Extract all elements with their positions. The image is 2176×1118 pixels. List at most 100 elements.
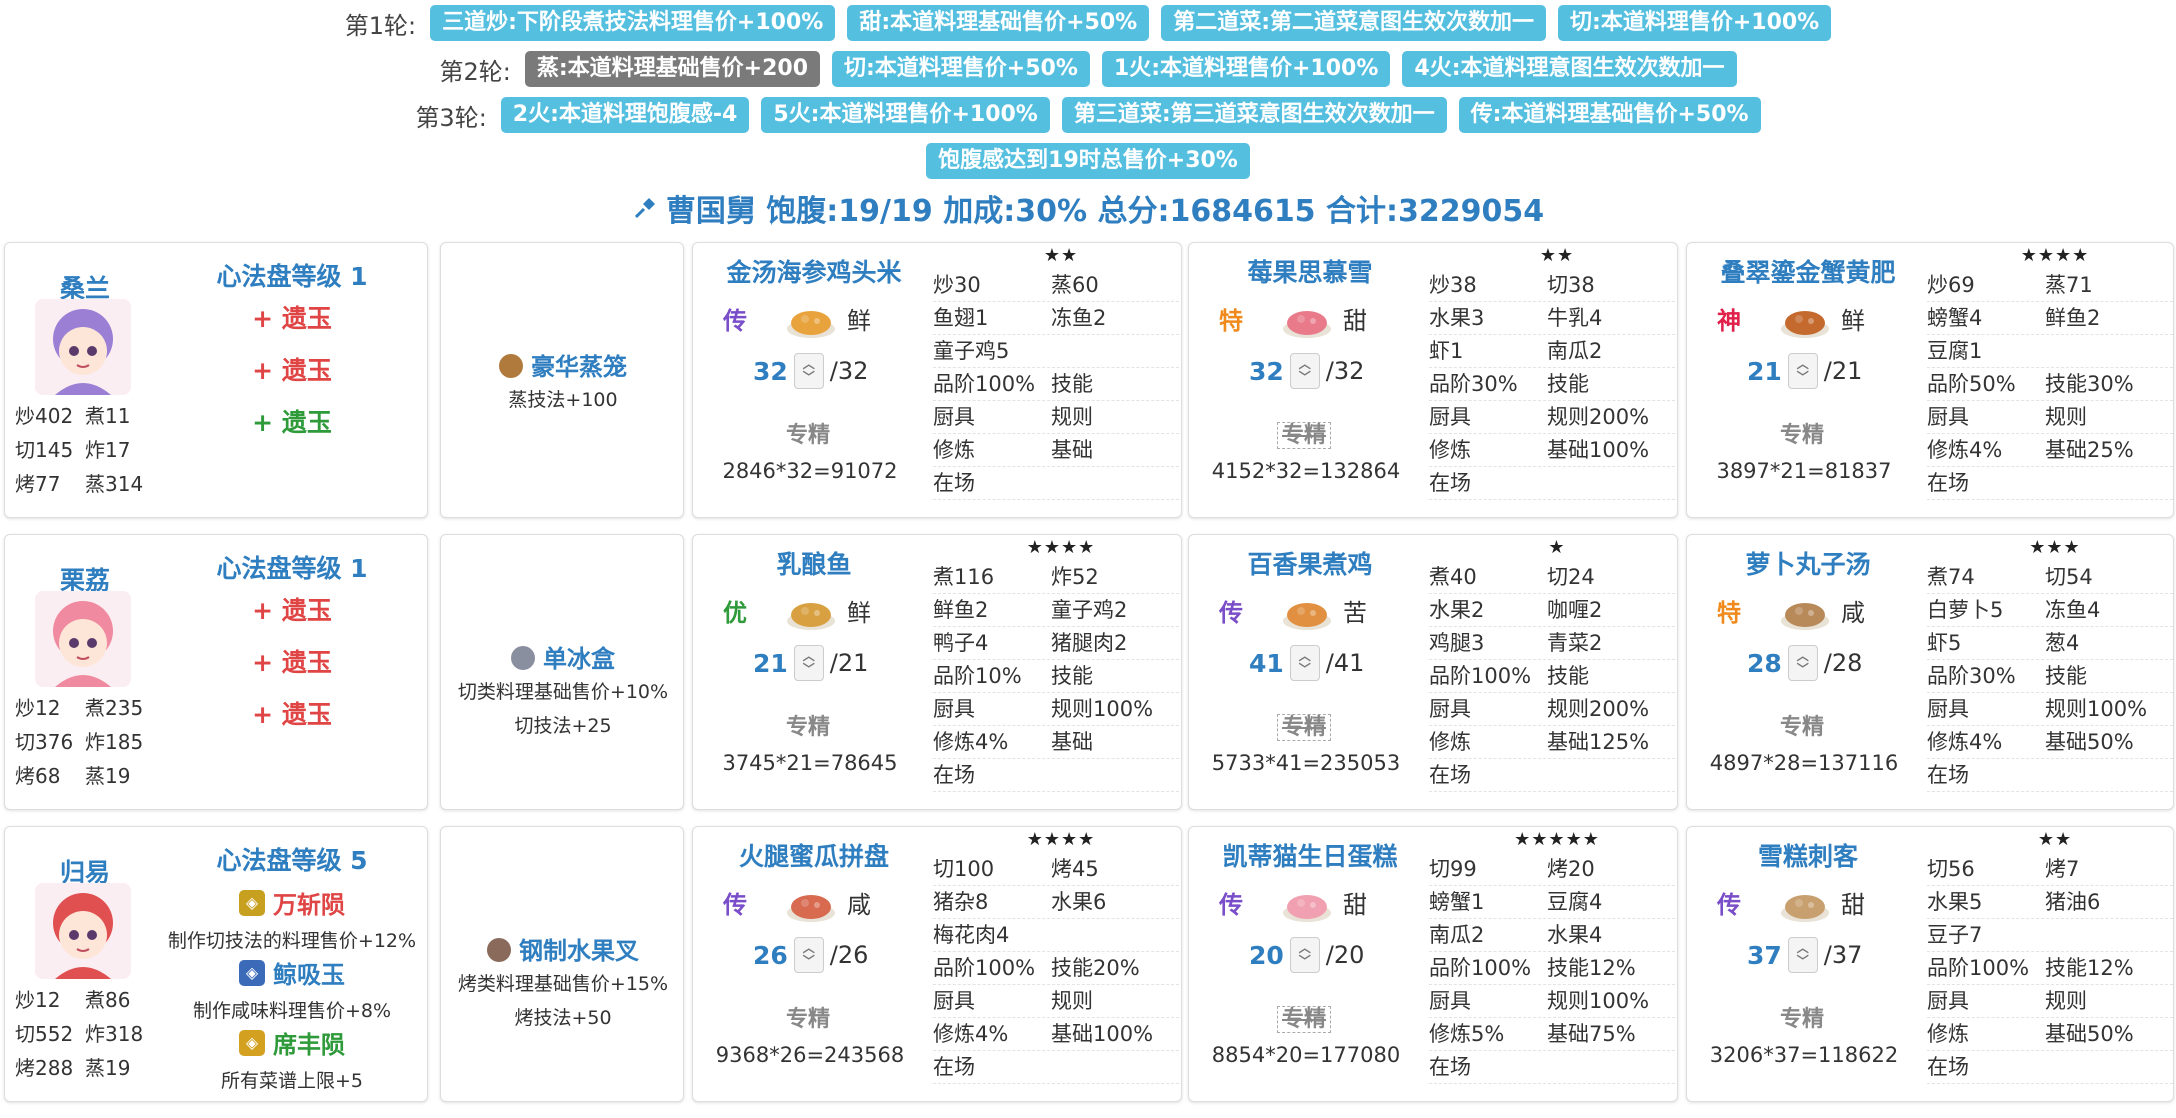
quantity-stepper[interactable]: 37 ︿ ﹀/37 (1747, 937, 1862, 973)
chef-avatar[interactable] (35, 299, 131, 395)
specialty-label[interactable]: 专精 (1189, 709, 1419, 741)
dish-name[interactable]: 萝卜丸子汤 (1693, 545, 1923, 581)
spinner-icon[interactable]: ︿ ﹀ (1787, 645, 1818, 681)
round-row: 饱腹感达到19时总售价+30% (0, 138, 2176, 184)
detail-cell: 修炼4% (1927, 438, 2003, 462)
equip-name-row: 单冰盒 (441, 639, 685, 674)
star-rating: ★★★ (2029, 537, 2081, 558)
dish-name[interactable]: 叠翠鎏金蟹黄肥 (1693, 253, 1923, 289)
specialty-label[interactable]: 专精 (1687, 709, 1917, 741)
skill-stat: 切376 (15, 730, 74, 754)
buff-tag[interactable]: 甜:本道料理基础售价+50% (847, 5, 1150, 41)
add-amber-slot[interactable]: + 遗玉 (155, 403, 429, 439)
detail-row: 品阶100% 技能12% (1429, 952, 1675, 985)
add-amber-slot[interactable]: + 遗玉 (155, 299, 429, 335)
detail-cell: 规则100% (1051, 697, 1154, 721)
buff-tag[interactable]: 蒸:本道料理基础售价+200 (524, 51, 820, 87)
spinner-icon[interactable]: ︿ ﹀ (1289, 353, 1320, 389)
quantity-stepper[interactable]: 26 ︿ ﹀/26 (753, 937, 868, 973)
quantity-value[interactable]: 28 (1747, 649, 1782, 678)
star-rating: ★ (1548, 537, 1566, 558)
add-amber-slot[interactable]: + 遗玉 (155, 351, 429, 387)
buff-tag[interactable]: 第二道菜:第二道菜意图生效次数加一 (1161, 5, 1547, 41)
buff-tag[interactable]: 5火:本道料理售价+100% (761, 97, 1050, 133)
buff-tag[interactable]: 三道炒:下阶段煮技法料理售价+100% (430, 5, 836, 41)
buff-tag[interactable]: 4火:本道料理意图生效次数加一 (1402, 51, 1737, 87)
specialty-label[interactable]: 专精 (693, 417, 923, 449)
dish-name[interactable]: 乳酿鱼 (699, 545, 929, 581)
quantity-value[interactable]: 26 (753, 941, 788, 970)
buff-tag[interactable]: 传:本道料理基础售价+50% (1458, 97, 1761, 133)
amber-icon: ◈ (239, 959, 265, 986)
add-amber-slot[interactable]: + 遗玉 (155, 695, 429, 731)
detail-cell (2045, 335, 2163, 367)
spinner-icon[interactable]: ︿ ﹀ (793, 937, 824, 973)
spinner-icon[interactable]: ︿ ﹀ (793, 353, 824, 389)
quantity-value[interactable]: 32 (1249, 357, 1284, 386)
chef-stats: 炒402 煮11 切145 炸17 烤77 蒸314 (15, 399, 155, 501)
quantity-stepper[interactable]: 32 ︿ ﹀/32 (1249, 353, 1364, 389)
equip-card[interactable]: 钢制水果叉 烤类料理基础售价+15% 烤技法+50 (440, 826, 684, 1102)
dish-name[interactable]: 莓果思慕雪 (1195, 253, 1425, 289)
buff-tag[interactable]: 2火:本道料理饱腹感-4 (500, 97, 750, 133)
spinner-icon[interactable]: ︿ ﹀ (1289, 937, 1320, 973)
chef-avatar[interactable] (35, 883, 131, 979)
detail-row: 修炼4% 基础100% (933, 1018, 1179, 1051)
quantity-stepper[interactable]: 21 ︿ ﹀/21 (753, 645, 868, 681)
quantity-value[interactable]: 32 (753, 357, 788, 386)
detail-cell (2045, 919, 2163, 951)
amber-item[interactable]: ◈ 席丰陨 所有菜谱上限+5 (155, 1025, 429, 1093)
amber-item[interactable]: ◈ 鲸吸玉 制作咸味料理售价+8% (155, 955, 429, 1023)
specialty-label[interactable]: 专精 (1189, 1001, 1419, 1033)
spinner-icon[interactable]: ︿ ﹀ (1787, 937, 1818, 973)
quantity-value[interactable]: 20 (1249, 941, 1284, 970)
quantity-stepper[interactable]: 20 ︿ ﹀/20 (1249, 937, 1364, 973)
detail-cell: 规则100% (2045, 697, 2148, 721)
detail-cell: 切56 (1927, 857, 1975, 881)
buff-tag[interactable]: 切:本道料理售价+50% (832, 51, 1090, 87)
detail-cell: 水果4 (1547, 923, 1603, 947)
specialty-label[interactable]: 专精 (1687, 417, 1917, 449)
buff-tag[interactable]: 1火:本道料理售价+100% (1101, 51, 1391, 87)
dish-name[interactable]: 火腿蜜瓜拼盘 (699, 837, 929, 873)
detail-cell: 规则200% (1547, 697, 1650, 721)
specialty-label[interactable]: 专精 (1687, 1001, 1917, 1033)
spinner-icon[interactable]: ︿ ﹀ (1787, 353, 1818, 389)
quantity-value[interactable]: 41 (1249, 649, 1284, 678)
equip-card[interactable]: 单冰盒 切类料理基础售价+10% 切技法+25 (440, 534, 684, 810)
quantity-stepper[interactable]: 41 ︿ ﹀/41 (1249, 645, 1364, 681)
specialty-label[interactable]: 专精 (1189, 417, 1419, 449)
dish-name[interactable]: 雪糕刺客 (1693, 837, 1923, 873)
specialty-text: 专精 (1779, 715, 1824, 740)
spinner-icon[interactable]: ︿ ﹀ (1289, 645, 1320, 681)
specialty-label[interactable]: 专精 (693, 709, 923, 741)
flavor-label: 甜 (1343, 307, 1367, 335)
equip-card[interactable]: 豪华蒸笼 蒸技法+100 (440, 242, 684, 518)
pin-icon (632, 184, 658, 240)
dish-name[interactable]: 百香果煮鸡 (1195, 545, 1425, 581)
quantity-value[interactable]: 37 (1747, 941, 1782, 970)
add-amber-slot[interactable]: + 遗玉 (155, 643, 429, 679)
buff-tag[interactable]: 第三道菜:第三道菜意图生效次数加一 (1061, 97, 1447, 133)
quantity-value[interactable]: 21 (1747, 357, 1782, 386)
dish-name[interactable]: 凯蒂猫生日蛋糕 (1195, 837, 1425, 873)
specialty-label[interactable]: 专精 (693, 1001, 923, 1033)
spinner-icon[interactable]: ︿ ﹀ (793, 645, 824, 681)
amber-item[interactable]: ◈ 万斩陨 制作切技法的料理售价+12% (155, 885, 429, 953)
add-amber-slot[interactable]: + 遗玉 (155, 591, 429, 627)
quantity-stepper[interactable]: 32 ︿ ﹀/32 (753, 353, 868, 389)
detail-cell: 修炼5% (1429, 1022, 1505, 1046)
quantity-stepper[interactable]: 28 ︿ ﹀/28 (1747, 645, 1862, 681)
buff-tag[interactable]: 切:本道料理售价+100% (1558, 5, 1832, 41)
chef-avatar[interactable] (35, 591, 131, 687)
quantity-value[interactable]: 21 (753, 649, 788, 678)
star-rating: ★★★★ (1026, 829, 1096, 850)
quantity-stepper[interactable]: 21 ︿ ﹀/21 (1747, 353, 1862, 389)
detail-cell (1547, 759, 1665, 791)
dish-name[interactable]: 金汤海参鸡头米 (699, 253, 929, 289)
specialty-text: 专精 (785, 1007, 830, 1032)
detail-row: 螃蟹1 豆腐4 (1429, 886, 1675, 919)
buff-tag[interactable]: 饱腹感达到19时总售价+30% (926, 143, 1250, 179)
rarity-badge: 传 (723, 307, 747, 335)
detail-cell: 鲜鱼2 (933, 598, 989, 622)
